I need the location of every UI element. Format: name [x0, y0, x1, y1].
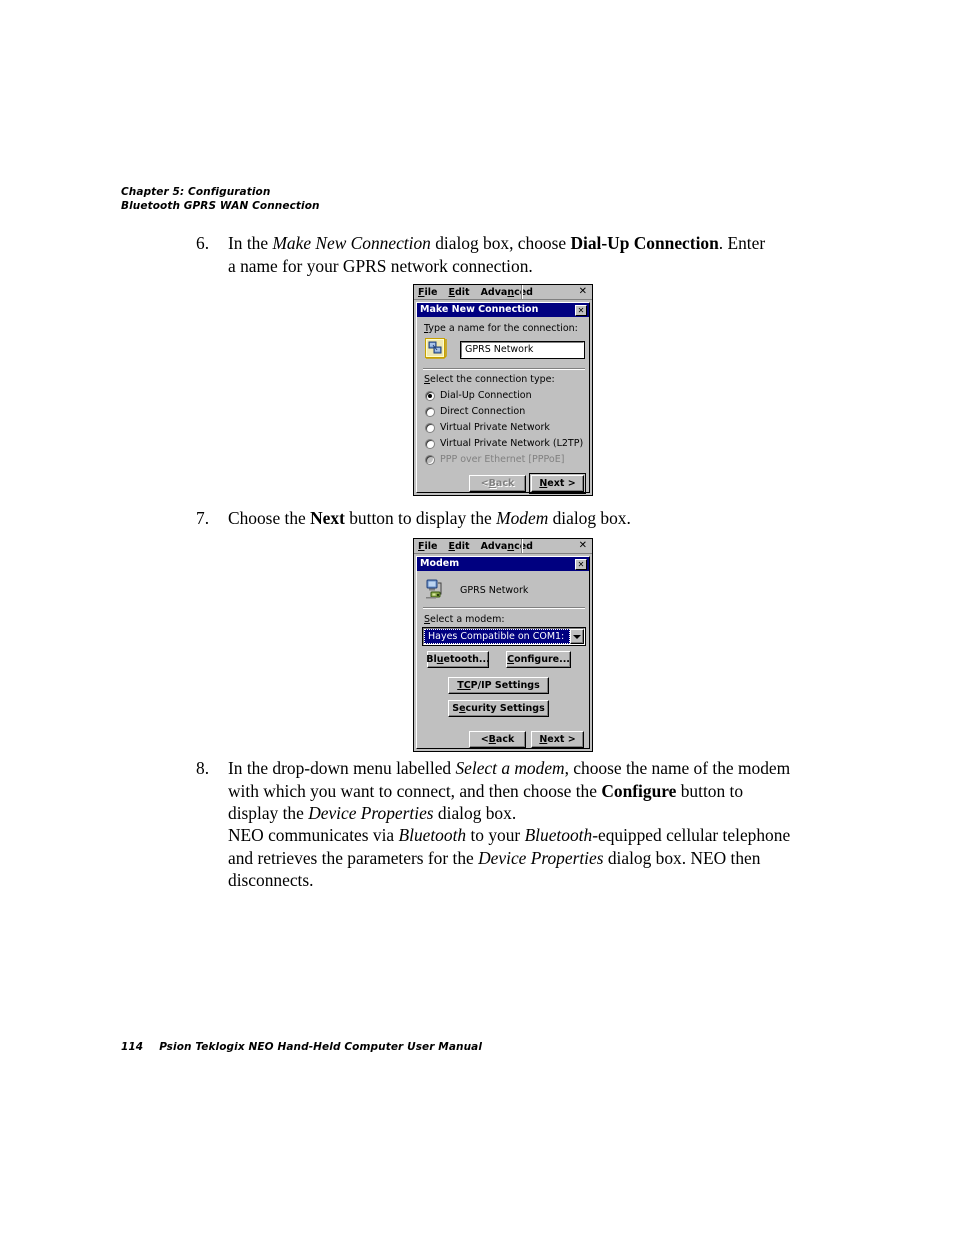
step-7-text-3: dialog box. [548, 508, 631, 528]
radio-indicator [425, 439, 435, 449]
dialog-title: Make New Connection [420, 304, 539, 315]
dialog-body: GPRS Network Select a modem: Hayes Compa… [417, 571, 589, 748]
step-8-text-1: In the drop-down menu labelled [228, 758, 456, 778]
step-6: 6. In the Make New Connection dialog box… [196, 232, 766, 277]
dialog-body: TType a name for the connection:ype a na… [417, 317, 589, 494]
back-button: < Back [469, 475, 526, 492]
page-header: Chapter 5: Configuration Bluetooth GPRS … [121, 185, 320, 213]
step-8-italic-1: Select a modem [455, 758, 565, 778]
paragraph-neo: NEO communicates via Bluetooth to your B… [228, 824, 800, 892]
radio-label: Virtual Private Network [440, 422, 550, 433]
dialog-title: Modem [420, 558, 460, 569]
section-divider [423, 368, 585, 370]
neo-italic-2: Bluetooth [524, 825, 593, 845]
menu-item-edit[interactable]: Edit [448, 286, 469, 299]
step-8-number: 8. [196, 758, 210, 778]
select-modem-label: Select a modem: [424, 614, 505, 625]
step-8-bold-1: Configure [601, 780, 677, 801]
radio-label: Virtual Private Network (L2TP) [440, 438, 584, 449]
page-footer: 114 Psion Teklogix NEO Hand-Held Computer… [121, 1041, 482, 1053]
header-section: Bluetooth GPRS WAN Connection [121, 200, 320, 212]
chevron-down-icon[interactable] [570, 629, 584, 644]
radio-virtual-private-network[interactable]: Virtual Private Network [425, 422, 550, 434]
dialog-titlebar: Make New Connection ✕ [417, 303, 589, 317]
neo-italic-3: Device Properties [478, 847, 604, 868]
section-divider [423, 607, 585, 609]
dial-up-connection-icon [426, 579, 450, 599]
step-6-number: 6. [196, 233, 210, 253]
connection-type-label: Select the connection type: [424, 374, 555, 385]
step-6-text-1: In the [228, 233, 273, 253]
radio-dial-up-connection[interactable]: Dial-Up Connection [425, 390, 532, 402]
manual-title: Psion Teklogix NEO Hand-Held Computer Us… [159, 1041, 483, 1053]
tcpip-settings-button[interactable]: TC P/IP Settings [448, 677, 549, 694]
next-button[interactable]: Next > [531, 731, 584, 748]
step-7-italic-1: Modem [496, 508, 549, 528]
menu-item-advanced[interactable]: Advanced [481, 540, 533, 553]
radio-indicator [425, 391, 435, 401]
window-close-icon[interactable]: ✕ [579, 540, 587, 552]
menu-item-file[interactable]: File [418, 286, 437, 299]
radio-label: PPP over Ethernet [PPPoE] [440, 454, 565, 465]
step-7-text-2: button to display the [344, 508, 497, 528]
step-8-italic-2: Device Properties [308, 803, 434, 823]
dialog-modem: Modem ✕ GPRS Network Select a modem: Hay… [416, 556, 590, 749]
radio-ppp-over-ethernet: PPP over Ethernet [PPPoE] [425, 454, 564, 466]
dialog-close-icon[interactable]: ✕ [575, 558, 587, 570]
step-6-text-2: dialog box, choose [430, 233, 571, 253]
radio-virtual-private-network-l2tp[interactable]: Virtual Private Network (L2TP) [425, 438, 583, 450]
radio-direct-connection[interactable]: Direct Connection [425, 406, 525, 418]
menu-bar: File Edit Advanced ✕ [414, 539, 592, 554]
menu-item-edit[interactable]: Edit [448, 540, 469, 553]
header-chapter: Chapter 5: Configuration [121, 186, 271, 198]
connection-name-label: GPRS Network [460, 585, 529, 596]
window-close-icon[interactable]: ✕ [579, 286, 587, 298]
step-7-text: Choose the Next button to display the Mo… [228, 507, 766, 530]
step-8: 8. In the drop-down menu labelled Select… [196, 757, 796, 825]
neo-text-1: NEO communicates via [228, 825, 399, 845]
radio-indicator [425, 423, 435, 433]
configure-button[interactable]: Configure... [506, 651, 571, 668]
step-8-text-4: dialog box. [433, 803, 517, 823]
new-connection-icon [425, 338, 447, 360]
step-7-number: 7. [196, 508, 210, 528]
connection-name-label: TType a name for the connection:ype a na… [424, 323, 578, 334]
step-7-text-1: Choose the [228, 508, 311, 528]
step-6-text: In the Make New Connection dialog box, c… [228, 232, 766, 277]
radio-indicator [425, 455, 435, 465]
menu-bar: File Edit Advanced ✕ [414, 285, 592, 300]
step-8-text: In the drop-down menu labelled Select a … [228, 757, 796, 825]
radio-label: Dial-Up Connection [440, 390, 532, 401]
dialog-titlebar: Modem ✕ [417, 557, 589, 571]
back-button[interactable]: < Back [469, 731, 526, 748]
radio-label: Direct Connection [440, 406, 526, 417]
menu-item-advanced[interactable]: Advanced [481, 286, 533, 299]
menu-divider [521, 285, 523, 299]
menu-item-file[interactable]: File [418, 540, 437, 553]
neo-text-2: to your [466, 825, 525, 845]
radio-indicator [425, 407, 435, 417]
connection-name-input[interactable]: GPRS Network [460, 341, 585, 359]
security-settings-button[interactable]: Se curity Settings [448, 700, 549, 717]
figure-modem: File Edit Advanced ✕ Modem ✕ GPRS Networ… [413, 538, 593, 752]
figure-make-new-connection: File Edit Advanced ✕ Make New Connection… [413, 284, 593, 496]
step-6-bold-1: Dial-Up Connection [570, 233, 719, 253]
modem-select[interactable]: Hayes Compatible on COM1: [422, 627, 586, 646]
dialog-make-new-connection: Make New Connection ✕ TType a name for t… [416, 302, 590, 494]
step-7-bold-1: Next [310, 508, 345, 528]
bluetooth-button[interactable]: Bl u etooth... [426, 651, 490, 668]
modem-select-value: Hayes Compatible on COM1: [424, 629, 570, 644]
next-button[interactable]: Next > [529, 473, 586, 494]
dialog-close-icon[interactable]: ✕ [575, 304, 587, 316]
page-number: 114 [121, 1041, 144, 1053]
step-6-italic-1: Make New Connection [272, 233, 431, 253]
step-7: 7. Choose the Next button to display the… [196, 507, 766, 530]
neo-italic-1: Bluetooth [398, 825, 467, 845]
menu-divider [521, 539, 523, 553]
